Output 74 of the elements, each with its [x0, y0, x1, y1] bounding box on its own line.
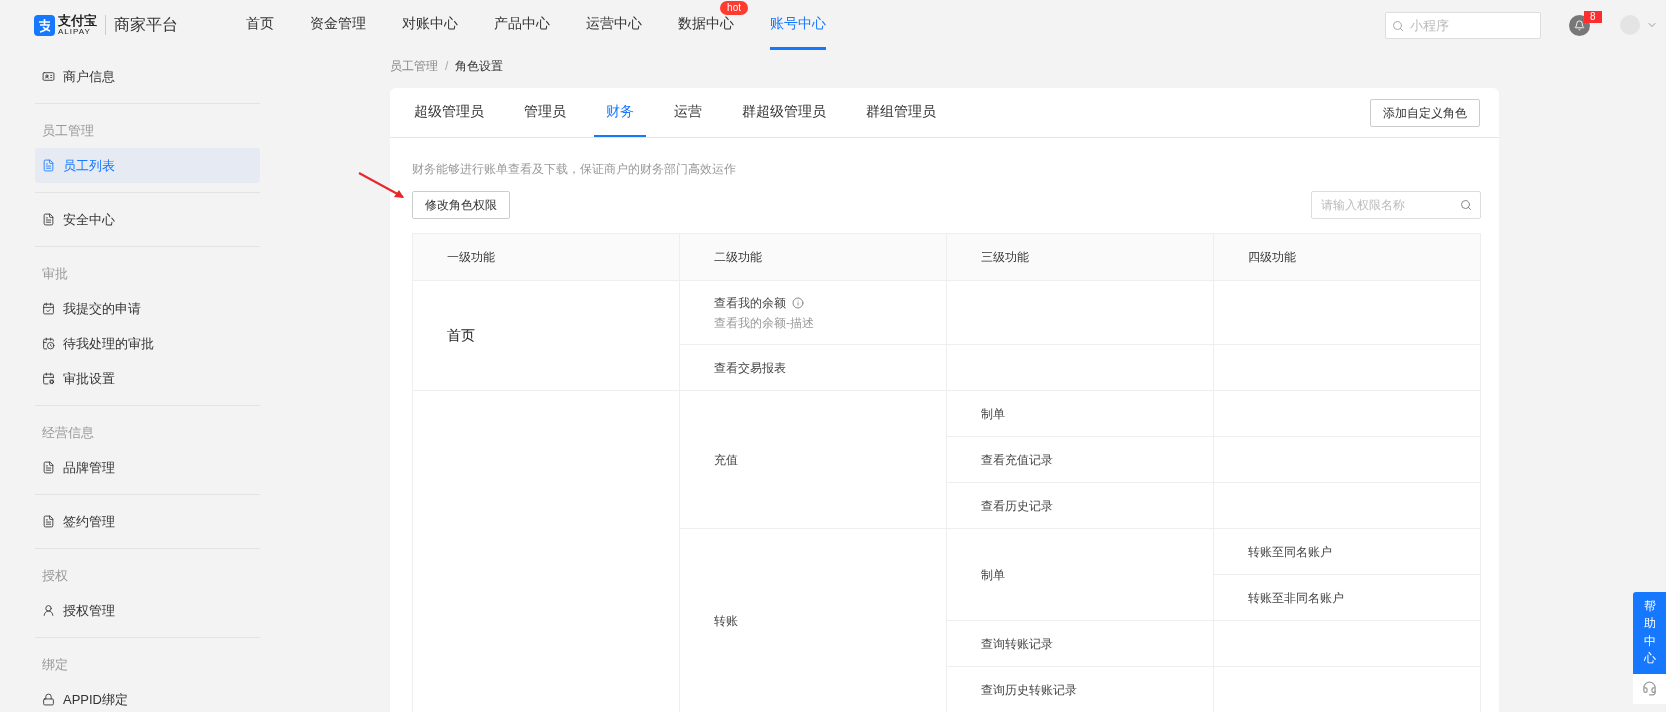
logo-icon: [34, 14, 55, 36]
nav-tab[interactable]: 账号中心: [770, 0, 826, 50]
sidebar-section-title: 绑定: [41, 655, 69, 674]
document-icon: [42, 515, 55, 528]
headset-icon[interactable]: [1642, 681, 1657, 697]
nav-tab[interactable]: 运营中心: [586, 0, 642, 50]
sidebar-item[interactable]: 签约管理: [35, 504, 260, 539]
add-role-button[interactable]: 添加自定义角色: [1370, 98, 1480, 127]
permission-name: 查询历史转账记录: [981, 681, 1077, 699]
sidebar-item[interactable]: 商户信息: [35, 59, 260, 94]
sidebar-item[interactable]: 安全中心: [35, 202, 260, 237]
calendar-icon: [42, 302, 55, 315]
permission-name: 转账至同名账户: [1248, 543, 1332, 561]
breadcrumb-current: 角色设置: [455, 58, 504, 75]
permission-name: 查看我的余额: [714, 294, 786, 312]
permission-name: 查看交易报表: [714, 359, 786, 377]
platform-title: 商家平台: [114, 15, 178, 35]
role-tab[interactable]: 财务: [594, 88, 646, 137]
permission-name: 制单: [981, 566, 1005, 584]
nav-tab[interactable]: 资金管理: [310, 0, 366, 50]
role-description: 财务能够进行账单查看及下载，保证商户的财务部门高效运作: [412, 161, 737, 178]
permission-name: 制单: [981, 405, 1005, 423]
search-field[interactable]: 小程序: [1385, 11, 1541, 39]
lock-icon: [42, 693, 55, 706]
permission-search-field[interactable]: 请输入权限名称: [1311, 191, 1481, 219]
breadcrumb-separator: /: [445, 58, 449, 75]
nav-tab[interactable]: 对账中心: [402, 0, 458, 50]
sidebar-item[interactable]: 待我处理的审批: [35, 326, 260, 361]
document-icon: [42, 461, 55, 474]
sidebar-item[interactable]: 我提交的申请: [35, 291, 260, 326]
annotation-arrow: [357, 171, 407, 200]
role-tab[interactable]: 管理员: [512, 88, 578, 137]
permission-name: 转账至非同名账户: [1248, 589, 1344, 607]
search-icon: [1392, 19, 1404, 32]
hot-badge: hot: [720, 1, 748, 15]
logo-subtext: ALIPAY: [58, 28, 92, 36]
role-tab[interactable]: 超级管理员: [402, 88, 496, 137]
id-card-icon: [42, 70, 55, 83]
permission-name: 充值: [714, 451, 738, 469]
role-tab[interactable]: 群组管理员: [854, 88, 948, 137]
sidebar-item[interactable]: APPID绑定: [35, 682, 260, 712]
document-icon: [42, 159, 55, 172]
permission-name: 转账: [714, 612, 738, 630]
user-icon: [42, 604, 55, 617]
sidebar-section-title: 经营信息: [41, 423, 95, 442]
info-icon[interactable]: [792, 296, 804, 309]
column-header: 二级功能: [679, 233, 947, 281]
sidebar-item[interactable]: 员工列表: [35, 148, 260, 183]
role-tab[interactable]: 运营: [662, 88, 714, 137]
nav-tab[interactable]: 产品中心: [494, 0, 550, 50]
sidebar-item[interactable]: 品牌管理: [35, 450, 260, 485]
notification-count: 8: [1584, 10, 1602, 23]
help-center-button[interactable]: 帮助中心: [1633, 592, 1666, 674]
permission-description: 查看我的余额-描述: [714, 314, 815, 332]
nav-tab[interactable]: 首页: [246, 0, 274, 50]
sidebar-section-title: 员工管理: [41, 121, 95, 140]
document-icon: [42, 213, 55, 226]
column-header: 三级功能: [946, 233, 1214, 281]
column-header: 一级功能: [412, 233, 680, 281]
calendar-icon: [42, 372, 55, 385]
sidebar-item[interactable]: 授权管理: [35, 593, 260, 628]
sidebar-section-title: 授权: [41, 566, 69, 585]
logo-text: 支付宝: [58, 14, 97, 27]
permission-name: 查看历史记录: [981, 497, 1053, 515]
permission-name: 查看充值记录: [981, 451, 1053, 469]
permission-name: 查询转账记录: [981, 635, 1053, 653]
sidebar-item[interactable]: 审批设置: [35, 361, 260, 396]
permission-name: 首页: [447, 326, 475, 345]
role-tab[interactable]: 群超级管理员: [730, 88, 838, 137]
sidebar-section-title: 审批: [41, 264, 69, 283]
edit-permissions-button[interactable]: 修改角色权限: [412, 191, 510, 219]
calendar-icon: [42, 337, 55, 350]
column-header: 四级功能: [1213, 233, 1481, 281]
search-icon: [1460, 199, 1472, 211]
